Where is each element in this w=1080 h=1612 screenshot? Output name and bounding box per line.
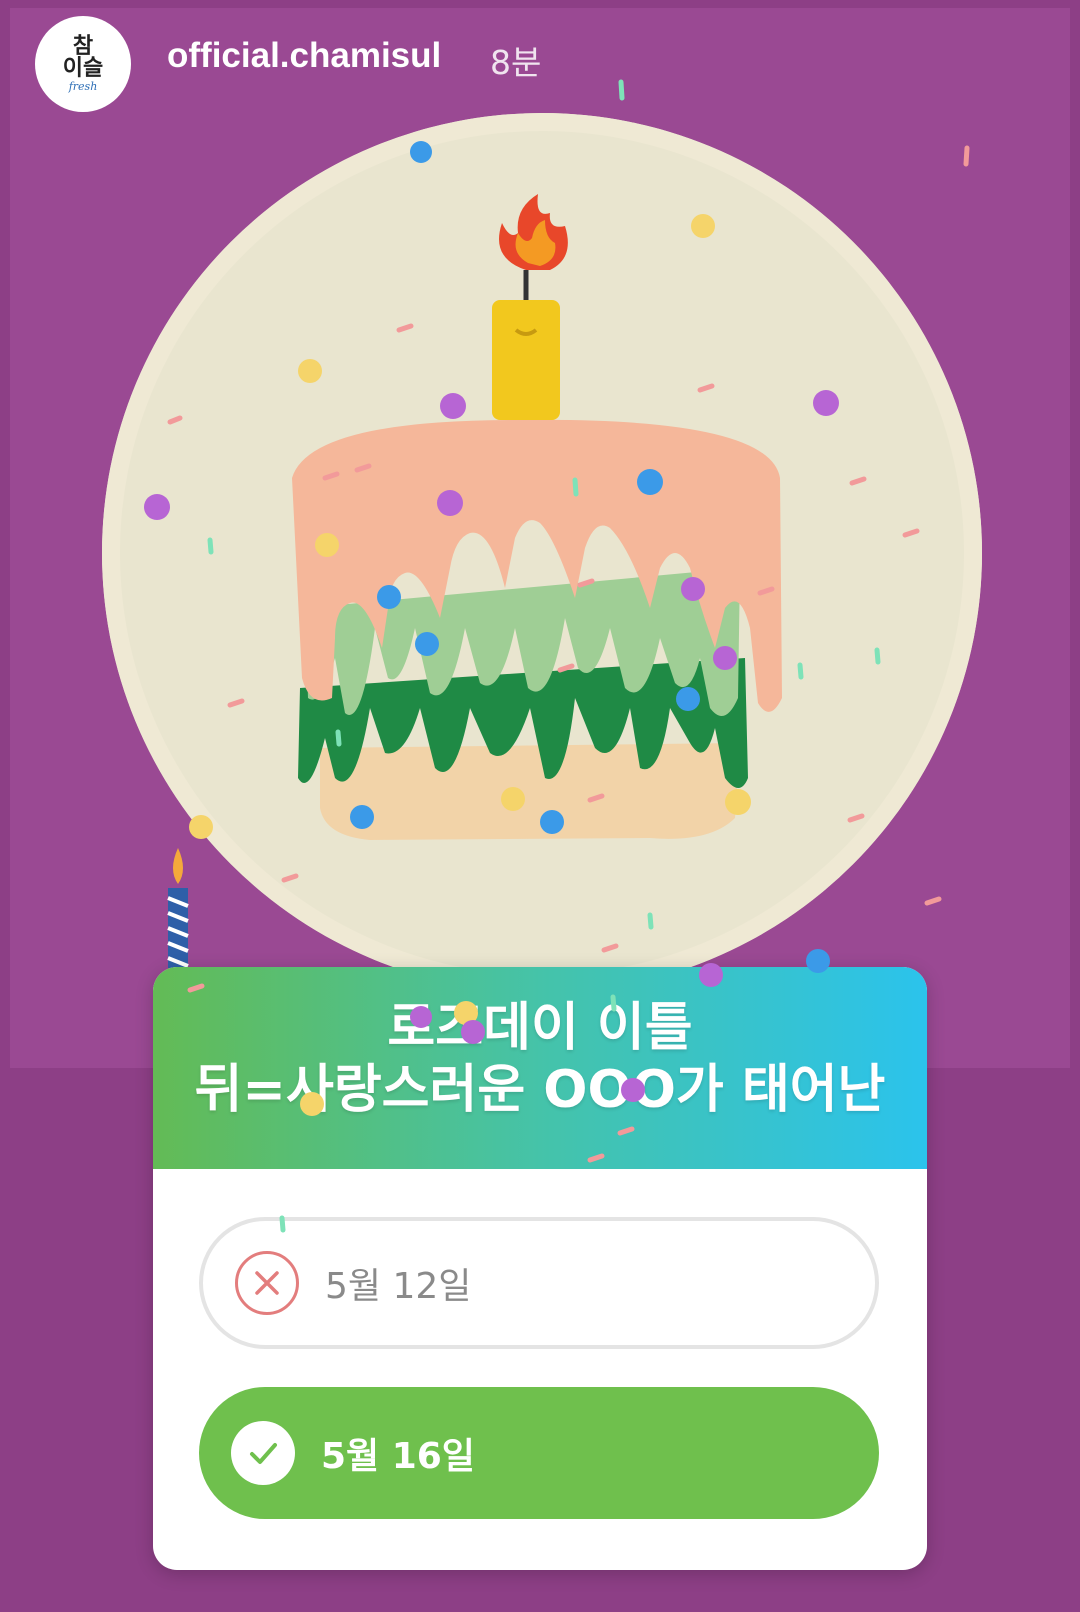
avatar-logo-top: 참 [72, 33, 94, 59]
quiz-sticker: 로즈데이 이틀 뒤=사랑스러운 OOO가 태어난 5월 12일 5월 16일 [153, 967, 927, 1570]
avatar-logo-bottom: 이슬 [62, 55, 104, 81]
close-icon [235, 1251, 299, 1315]
quiz-option-correct[interactable]: 5월 16일 [199, 1387, 879, 1519]
username[interactable]: official.chamisul [167, 36, 441, 76]
quiz-option-label: 5월 16일 [321, 1436, 475, 1477]
quiz-question-area: 로즈데이 이틀 뒤=사랑스러운 OOO가 태어난 [153, 967, 927, 1169]
avatar[interactable]: 참 이슬 fresh [35, 16, 131, 112]
quiz-option-wrong[interactable]: 5월 12일 [199, 1217, 879, 1349]
story-image [10, 8, 1070, 1068]
time-ago: 8분 [490, 43, 542, 82]
story-header: 참 이슬 fresh official.chamisul 8분 [0, 0, 1080, 112]
cake-illustration [167, 194, 782, 968]
check-icon [231, 1421, 295, 1485]
quiz-option-label: 5월 12일 [325, 1266, 472, 1307]
quiz-question: 로즈데이 이틀 뒤=사랑스러운 OOO가 태어난 [194, 998, 886, 1120]
avatar-logo-sub: fresh [68, 79, 98, 93]
